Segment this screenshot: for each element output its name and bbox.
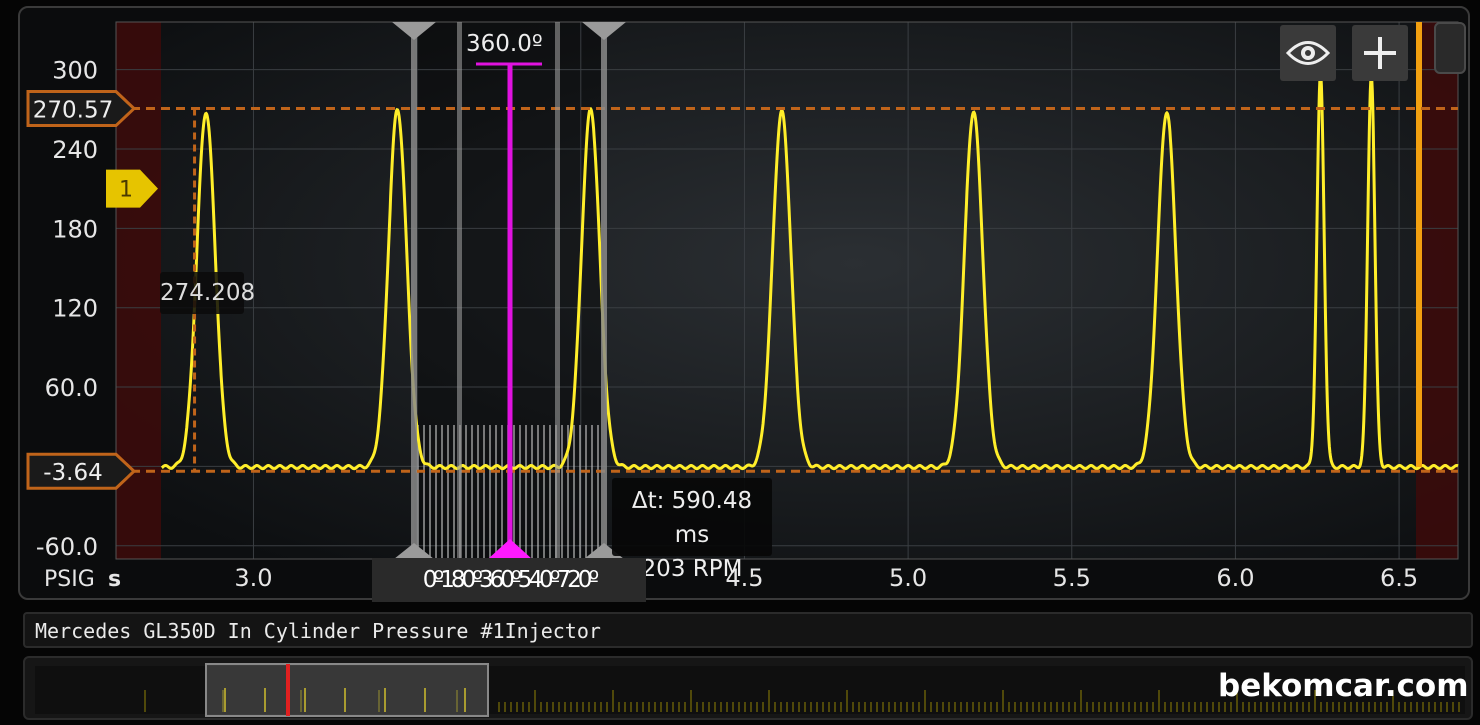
x-tick-label: 5.5	[1053, 564, 1091, 592]
orange-end-marker	[1416, 22, 1422, 467]
angle-cursor-start[interactable]	[411, 22, 417, 559]
visibility-button[interactable]	[1280, 25, 1336, 81]
eye-icon	[1286, 41, 1330, 65]
watermark: bekomcar.com	[1218, 668, 1469, 704]
x-axis-unit: s	[108, 567, 121, 592]
upper-cursor-marker-label: 270.57	[33, 98, 113, 124]
y-axis-unit: PSIG	[44, 567, 95, 592]
plus-icon	[1364, 37, 1396, 69]
app-window: -60.060.0120180240300 3.03.54.04.55.05.5…	[0, 0, 1480, 725]
angle-cursor-end[interactable]	[601, 22, 607, 559]
delta-time-readout: Δt: 590.48 ms 203 RPM	[612, 478, 772, 582]
y-tick-label: 180	[52, 215, 98, 243]
angle-cursor-label: 360.0º	[466, 31, 543, 57]
delta-time-value: Δt: 590.48 ms	[631, 488, 753, 548]
angle-cursor-90	[457, 22, 462, 559]
angle-cursor-450	[555, 22, 560, 559]
overview-position-marker[interactable]	[286, 664, 290, 716]
x-tick-label: 3.0	[234, 564, 272, 592]
channel-1-label: 1	[119, 178, 133, 203]
y-tick-label: 240	[52, 136, 98, 164]
trace-title: Mercedes GL350D In Cylinder Pressure #1I…	[35, 619, 601, 643]
overview-viewport-window[interactable]	[205, 663, 489, 717]
y-tick-label: -60.0	[36, 533, 98, 561]
lower-cursor-marker-label: -3.64	[43, 460, 103, 486]
plot-background	[116, 22, 1458, 559]
x-tick-label: 5.0	[889, 564, 927, 592]
x-tick-label: 6.5	[1380, 564, 1418, 592]
right-out-of-range-band	[1416, 22, 1458, 559]
crank-angle-scale[interactable]: 0º180º360º540º720º	[372, 558, 646, 602]
y-tick-label: 300	[52, 57, 98, 85]
add-channel-button[interactable]	[1352, 25, 1408, 81]
side-panel-handle[interactable]	[1434, 22, 1466, 74]
value-readout: 274.208	[160, 272, 255, 314]
y-tick-label: 120	[52, 295, 98, 323]
y-tick-label: 60.0	[45, 374, 98, 402]
x-tick-label: 6.0	[1216, 564, 1254, 592]
trace-title-bar: Mercedes GL350D In Cylinder Pressure #1I…	[23, 612, 1473, 648]
